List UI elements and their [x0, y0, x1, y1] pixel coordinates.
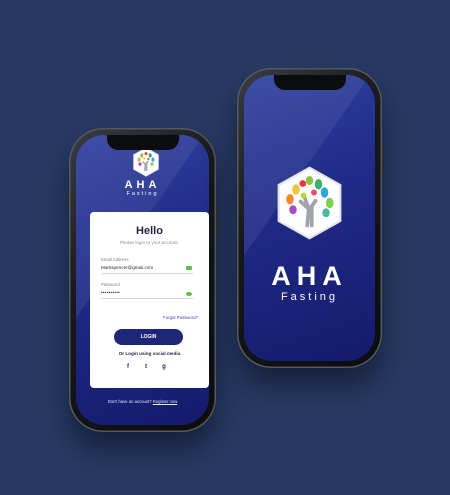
register-prompt: Don't have an account? Register now [76, 399, 209, 404]
twitter-icon[interactable]: t [142, 364, 150, 370]
tree-logo-icon [133, 147, 159, 177]
login-button[interactable]: LOGIN [114, 329, 183, 345]
tree-logo-icon [277, 166, 342, 240]
forgot-password-link[interactable]: Forgot Password? [163, 315, 198, 320]
volume-button [235, 128, 237, 146]
brand-name: AHA [271, 261, 348, 291]
email-field[interactable]: Markspencer@gmail.com [101, 265, 153, 270]
login-title: Hello [136, 225, 163, 237]
eye-icon[interactable] [186, 292, 192, 296]
volume-button [67, 190, 69, 208]
splash-screen: AHA Fasting [244, 75, 375, 361]
email-label: Email Address [101, 257, 129, 262]
notch [273, 75, 346, 90]
login-subtitle: Please login to your account. [120, 240, 179, 245]
notch [106, 135, 179, 150]
phone-login: AHA Fasting Hello Please login to your a… [67, 128, 218, 432]
password-underline [101, 298, 193, 299]
facebook-icon[interactable]: f [124, 364, 132, 370]
power-button [382, 144, 384, 172]
power-button [216, 206, 218, 234]
mail-icon [186, 266, 192, 270]
social-login-text: Or Login using social media [118, 351, 181, 356]
register-text: Don't have an account? [107, 399, 152, 404]
phone-splash: AHA Fasting [235, 68, 384, 368]
login-card: Hello Please login to your account. Emai… [90, 212, 209, 388]
login-screen: AHA Fasting Hello Please login to your a… [76, 135, 209, 425]
brand-large: AHA Fasting [244, 262, 375, 304]
brand-tagline: Fasting [126, 191, 159, 197]
brand-name: AHA [124, 179, 161, 191]
password-field[interactable]: •••••••••• [101, 290, 120, 295]
email-underline [101, 273, 193, 274]
brand-tagline: Fasting [280, 291, 339, 303]
brand-small: AHA Fasting [76, 179, 209, 198]
password-label: Password [101, 282, 120, 287]
google-icon[interactable]: g [160, 364, 168, 370]
register-link[interactable]: Register now [153, 399, 177, 404]
